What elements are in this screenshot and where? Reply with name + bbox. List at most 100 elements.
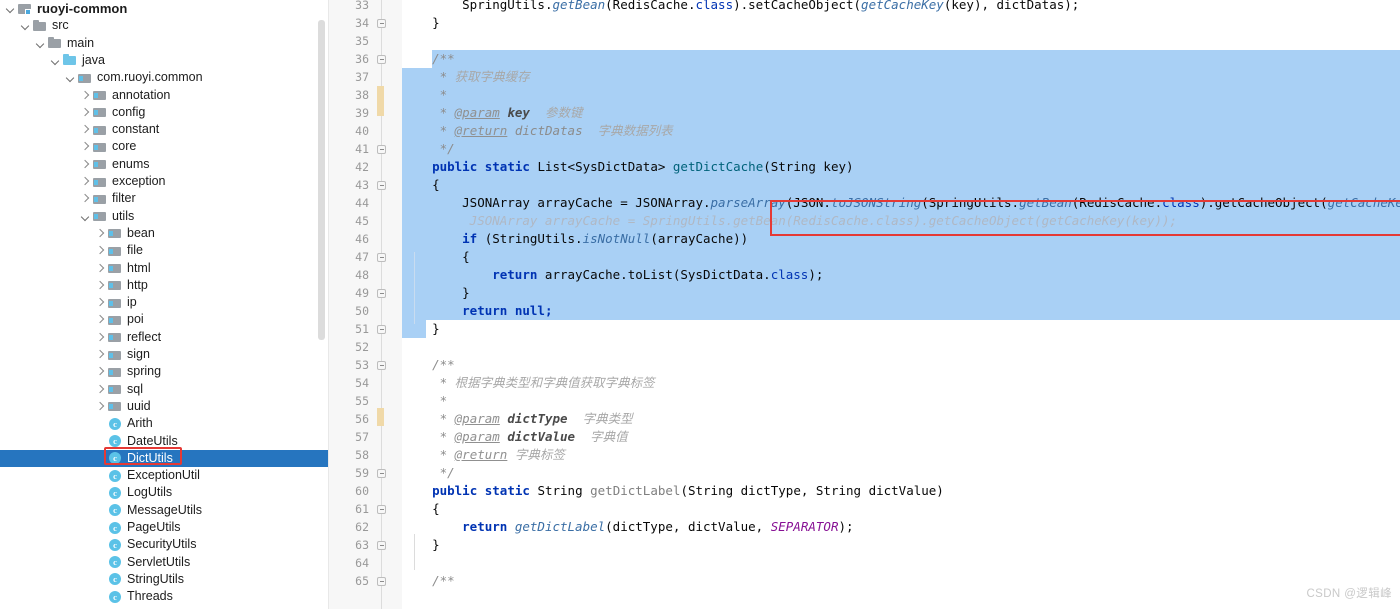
tree-item-logutils[interactable]: c LogUtils: [0, 484, 328, 501]
tree-item-stringutils[interactable]: c StringUtils: [0, 571, 328, 588]
tree-item-main[interactable]: main: [0, 35, 328, 52]
fold-collapse-icon[interactable]: [377, 361, 386, 370]
tree-item-config[interactable]: config: [0, 104, 328, 121]
code-line[interactable]: }: [432, 320, 440, 338]
project-tree-scrollbar[interactable]: [318, 20, 325, 340]
code-editor[interactable]: 33 34 35 36 37 38 39 40 41 42 43 44 45 46 47 48 49 50 51 52…: [329, 0, 1400, 609]
fold-collapse-icon[interactable]: [377, 55, 386, 64]
tree-item-html[interactable]: html: [0, 260, 328, 277]
chevron-right-icon[interactable]: [79, 121, 92, 138]
fold-end-icon[interactable]: [377, 541, 386, 550]
fold-end-icon[interactable]: [377, 325, 386, 334]
code-line[interactable]: * @return 字典标签: [440, 446, 565, 464]
tree-item-annotation[interactable]: annotation: [0, 87, 328, 104]
tree-item-utils[interactable]: utils: [0, 208, 328, 225]
code-line[interactable]: * @return dictDatas 字典数据列表: [440, 122, 673, 140]
tree-item-arith[interactable]: c Arith: [0, 415, 328, 432]
code-line[interactable]: {: [462, 248, 470, 266]
tree-item-threads[interactable]: c Threads: [0, 588, 328, 605]
code-line[interactable]: }: [462, 284, 470, 302]
code-line[interactable]: public static String getDictLabel(String…: [432, 482, 944, 500]
chevron-down-icon[interactable]: [19, 17, 32, 34]
chevron-down-icon[interactable]: [34, 35, 47, 52]
chevron-right-icon[interactable]: [94, 294, 107, 311]
chevron-right-icon[interactable]: [94, 225, 107, 242]
code-line[interactable]: * 根据字典类型和字典值获取字典标签: [440, 374, 655, 392]
tree-item-uuid[interactable]: uuid: [0, 398, 328, 415]
fold-collapse-icon[interactable]: [377, 577, 386, 586]
tree-item-dictutils[interactable]: c DictUtils: [0, 449, 328, 467]
tree-item-filter[interactable]: filter: [0, 190, 328, 207]
chevron-right-icon[interactable]: [79, 104, 92, 121]
tree-item-core[interactable]: core: [0, 138, 328, 155]
code-line[interactable]: JSONArray arrayCache = SpringUtils.getBe…: [470, 212, 1177, 230]
project-tree-panel[interactable]: ruoyi-common src main java com.ruoyi.common a…: [0, 0, 329, 609]
tree-item-servletutils[interactable]: c ServletUtils: [0, 554, 328, 571]
code-line[interactable]: /**: [432, 356, 455, 374]
tree-item-poi[interactable]: poi: [0, 311, 328, 328]
editor-annotation-gutter[interactable]: @//: [386, 0, 458, 609]
code-line[interactable]: * 获取字典缓存: [440, 68, 530, 86]
fold-end-icon[interactable]: [377, 469, 386, 478]
code-line[interactable]: * @param dictType 字典类型: [440, 410, 633, 428]
fold-end-icon[interactable]: [377, 19, 386, 28]
chevron-right-icon[interactable]: [79, 173, 92, 190]
chevron-down-icon[interactable]: [49, 52, 62, 69]
code-text-area[interactable]: SpringUtils.getBean(RedisCache.class).se…: [402, 0, 1400, 609]
tree-item-ip[interactable]: ip: [0, 294, 328, 311]
chevron-right-icon[interactable]: [79, 156, 92, 173]
tree-item-unnamed[interactable]: [0, 606, 328, 609]
chevron-right-icon[interactable]: [94, 346, 107, 363]
chevron-right-icon[interactable]: [94, 329, 107, 346]
tree-item-messageutils[interactable]: c MessageUtils: [0, 502, 328, 519]
tree-item-sql[interactable]: sql: [0, 381, 328, 398]
code-line[interactable]: return getDictLabel(dictType, dictValue,…: [462, 518, 853, 536]
tree-item-ruoyi-common[interactable]: ruoyi-common: [0, 0, 328, 17]
chevron-down-icon[interactable]: [79, 208, 92, 225]
fold-end-icon[interactable]: [377, 289, 386, 298]
chevron-down-icon[interactable]: [4, 0, 17, 17]
tree-item-dateutils[interactable]: c DateUtils: [0, 433, 328, 450]
code-line[interactable]: }: [432, 536, 440, 554]
tree-item-exception[interactable]: exception: [0, 173, 328, 190]
code-line[interactable]: public static List<SysDictData> getDictC…: [432, 158, 853, 176]
code-line[interactable]: */: [440, 464, 455, 482]
tree-item-securityutils[interactable]: c SecurityUtils: [0, 536, 328, 553]
code-line[interactable]: *: [440, 392, 448, 410]
chevron-right-icon[interactable]: [94, 311, 107, 328]
chevron-right-icon[interactable]: [94, 363, 107, 380]
chevron-right-icon[interactable]: [79, 138, 92, 155]
chevron-right-icon[interactable]: [94, 242, 107, 259]
tree-item-http[interactable]: http: [0, 277, 328, 294]
tree-item-file[interactable]: file: [0, 242, 328, 259]
fold-collapse-icon[interactable]: [377, 253, 386, 262]
tree-item-sign[interactable]: sign: [0, 346, 328, 363]
tree-item-com-ruoyi-common[interactable]: com.ruoyi.common: [0, 69, 328, 86]
change-marker[interactable]: [377, 86, 384, 116]
tree-item-pageutils[interactable]: c PageUtils: [0, 519, 328, 536]
chevron-down-icon[interactable]: [64, 69, 77, 86]
code-line[interactable]: {: [432, 500, 440, 518]
code-line[interactable]: /**: [432, 572, 455, 590]
code-line[interactable]: * @param key 参数键: [440, 104, 583, 122]
code-line[interactable]: return null;: [462, 302, 552, 320]
tree-item-constant[interactable]: constant: [0, 121, 328, 138]
code-line[interactable]: *: [440, 86, 448, 104]
tree-item-bean[interactable]: bean: [0, 225, 328, 242]
chevron-right-icon[interactable]: [94, 398, 107, 415]
chevron-right-icon[interactable]: [94, 381, 107, 398]
code-line[interactable]: {: [432, 176, 440, 194]
chevron-right-icon[interactable]: [94, 260, 107, 277]
fold-collapse-icon[interactable]: [377, 505, 386, 514]
fold-end-icon[interactable]: [377, 145, 386, 154]
fold-collapse-icon[interactable]: [377, 181, 386, 190]
code-line[interactable]: SpringUtils.getBean(RedisCache.class).se…: [462, 0, 1079, 14]
code-line[interactable]: /**: [432, 50, 455, 68]
change-marker[interactable]: [377, 408, 384, 426]
tree-item-src[interactable]: src: [0, 17, 328, 34]
chevron-right-icon[interactable]: [79, 606, 92, 609]
tree-item-enums[interactable]: enums: [0, 156, 328, 173]
code-line[interactable]: */: [440, 140, 455, 158]
tree-item-spring[interactable]: spring: [0, 363, 328, 380]
chevron-right-icon[interactable]: [79, 190, 92, 207]
